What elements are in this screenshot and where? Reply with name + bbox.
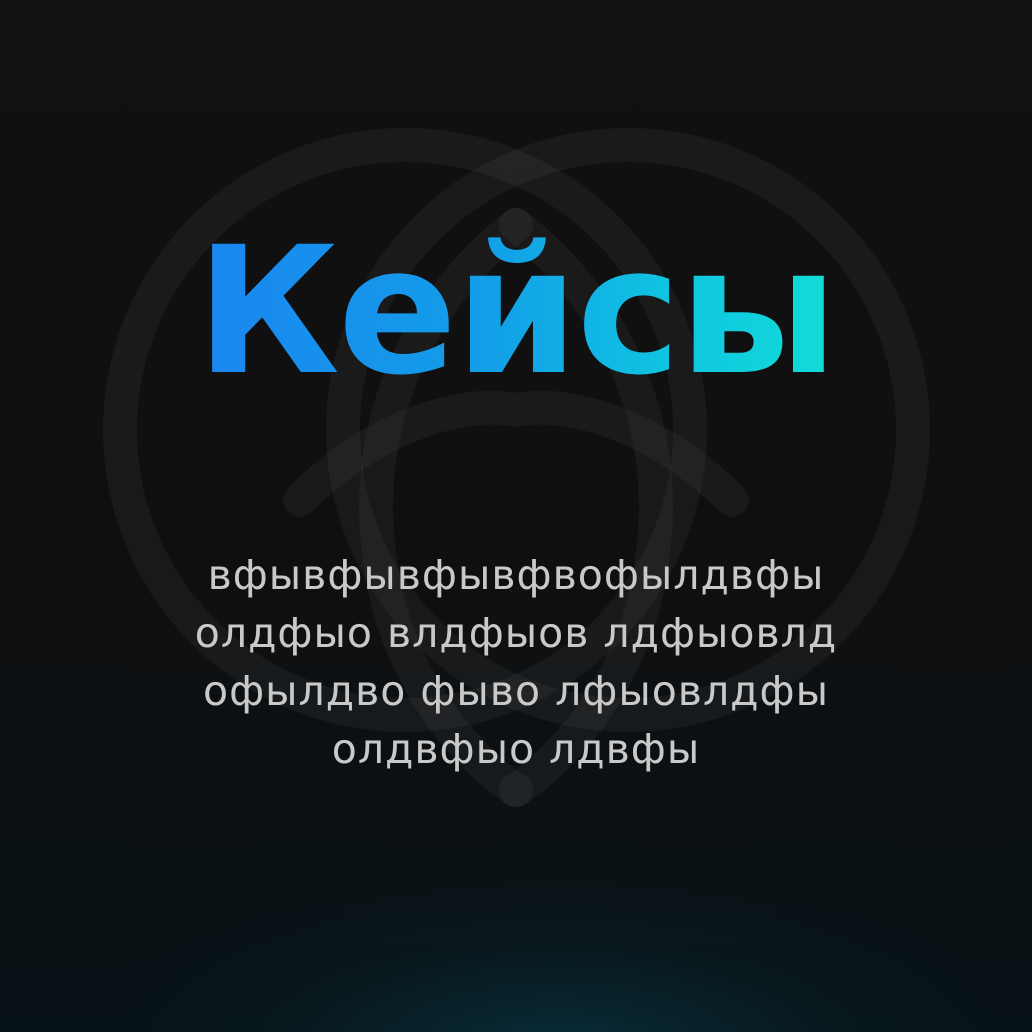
description-text: вфывфывфывфвофылдвфы олдфыо влдфыов лдфы…: [116, 546, 916, 778]
page-title: Кейсы: [0, 212, 1032, 412]
description-line: офылдво фыво лфыовлдфы: [203, 667, 829, 715]
intertwined-rings-emblem-icon: [103, 128, 930, 807]
slide-canvas: Кейсы вфывфывфывфвофылдвфы олдфыо влдфыо…: [0, 0, 1032, 1032]
page-title-text: Кейсы: [195, 209, 838, 414]
description-line: олдвфыо лдвфы: [331, 725, 701, 773]
description-line: олдфыо влдфыов лдфыовлд: [194, 609, 838, 657]
description-line: вфывфывфывфвофылдвфы: [207, 551, 825, 599]
